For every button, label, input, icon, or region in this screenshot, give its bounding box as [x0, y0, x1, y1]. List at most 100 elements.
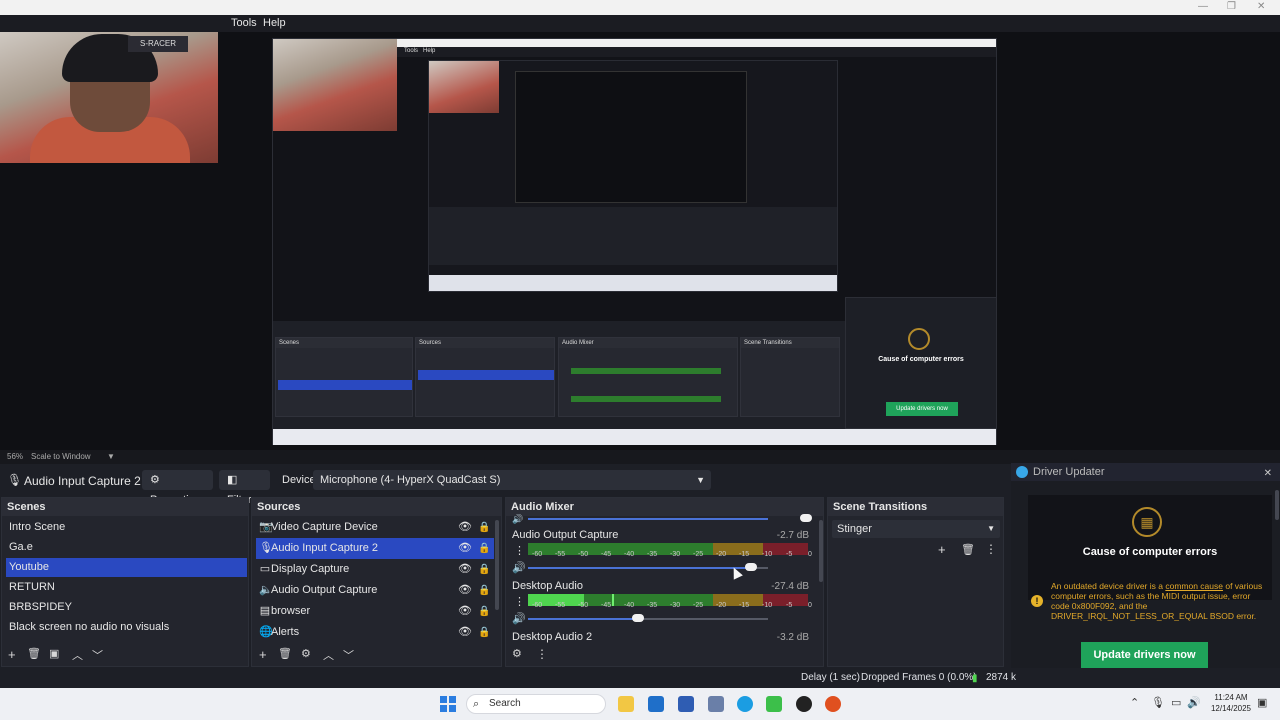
file-explorer-icon[interactable]	[618, 696, 634, 712]
search-icon: ⌕	[473, 698, 480, 710]
edge-icon[interactable]	[737, 696, 753, 712]
globe-icon: 🌐	[259, 626, 273, 638]
preview-canvas[interactable]: S-RACER Tools Help Scenes Sources Audio …	[0, 32, 1280, 450]
speaker-icon[interactable]: 🔊	[512, 561, 526, 574]
mixer-menu-icon[interactable]: ⋮	[536, 647, 548, 661]
add-source-icon[interactable]: +	[259, 647, 267, 662]
chevron-down-icon: ▼	[696, 475, 705, 485]
green-app-icon[interactable]	[766, 696, 782, 712]
sources-scrollbar[interactable]	[495, 520, 499, 610]
add-transition-icon[interactable]: +	[938, 542, 946, 557]
driver-scrollbar[interactable]	[1275, 490, 1279, 520]
scene-item-intro[interactable]: Intro Scene	[6, 518, 247, 537]
menu-help[interactable]: Help	[263, 17, 286, 29]
move-down-icon[interactable]: ﹀	[92, 647, 103, 663]
move-down-icon[interactable]: ﹀	[343, 647, 354, 663]
transition-menu-icon[interactable]: ⋮	[985, 542, 997, 556]
eye-icon[interactable]: 👁	[458, 517, 472, 538]
outlook-icon[interactable]	[678, 696, 694, 712]
channel-db: -2.7 dB	[776, 530, 809, 541]
scale-bar: 56% Scale to Window ▼	[0, 450, 1280, 464]
source-label: Display Capture	[271, 563, 350, 575]
brave-icon[interactable]	[825, 696, 841, 712]
eye-icon[interactable]: 👁	[458, 559, 472, 580]
channel-menu-icon[interactable]: ⋮	[514, 595, 525, 608]
remove-scene-icon[interactable]: 🗑	[27, 647, 41, 660]
delay-status: Delay (1 sec)	[801, 672, 860, 683]
lock-icon[interactable]: 🔒	[478, 538, 490, 559]
lock-icon[interactable]: 🔒	[478, 559, 490, 580]
network-app-icon[interactable]	[708, 696, 724, 712]
add-scene-icon[interactable]: +	[8, 647, 16, 662]
eye-icon[interactable]: 👁	[458, 601, 472, 622]
lock-icon[interactable]: 🔒	[478, 517, 490, 538]
taskbar-clock[interactable]: 11:24 AM 12/14/2025	[1208, 692, 1254, 714]
nested-inner-preview	[428, 60, 838, 292]
source-label: browser	[271, 605, 311, 617]
bitrate: 2874 k	[986, 672, 1017, 683]
scene-item-gae[interactable]: Ga.e	[6, 538, 247, 557]
mixer-settings-icon[interactable]: ⚙	[512, 647, 522, 660]
chevron-up-icon[interactable]: ⌃	[1130, 696, 1139, 709]
scale-mode-select[interactable]: Scale to Window	[31, 452, 91, 461]
eye-icon[interactable]: 👁	[458, 580, 472, 601]
speaker-icon[interactable]: 🔊	[512, 514, 523, 525]
source-item-browser[interactable]: ▤ browser 👁 🔒	[256, 601, 494, 622]
filters-button[interactable]: ◧ Filters	[219, 470, 270, 506]
network-icon[interactable]: ▭	[1171, 696, 1181, 709]
update-drivers-button[interactable]: Update drivers now	[1081, 642, 1208, 668]
source-item-video-capture[interactable]: 📷 Video Capture Device 👁 🔒	[256, 517, 494, 538]
menu-tools[interactable]: Tools	[231, 17, 257, 29]
notification-icon[interactable]: ▣	[1257, 696, 1267, 709]
source-item-display-capture[interactable]: ▭ Display Capture 👁 🔒	[256, 559, 494, 580]
transition-select[interactable]: Stinger ▼	[832, 520, 1000, 538]
store-icon[interactable]	[648, 696, 664, 712]
scene-item-black-screen[interactable]: Black screen no audio no visuals	[6, 618, 247, 637]
scene-item-return[interactable]: RETURN	[6, 578, 247, 597]
lock-icon[interactable]: 🔒	[478, 622, 490, 643]
volume-icon[interactable]: 🔊	[1187, 696, 1201, 709]
source-item-audio-input-2[interactable]: 🎙 Audio Input Capture 2 👁 🔒	[256, 538, 494, 559]
partial-volume-slider[interactable]	[528, 514, 812, 522]
transition-select-value: Stinger	[837, 523, 872, 535]
scenes-title: Scenes	[2, 498, 248, 516]
restore-icon[interactable]: ❐	[1227, 1, 1236, 12]
close-icon[interactable]: ✕	[1264, 465, 1272, 483]
move-up-icon[interactable]: ︿	[72, 647, 83, 663]
remove-source-icon[interactable]: 🗑	[278, 647, 292, 660]
move-up-icon[interactable]: ︿	[323, 647, 334, 663]
filter-icon[interactable]: ▣	[49, 647, 59, 660]
minimize-icon[interactable]: —	[1198, 1, 1208, 12]
clock-date: 12/14/2025	[1210, 704, 1252, 713]
channel-menu-icon[interactable]: ⋮	[514, 544, 525, 557]
dropped-frames: Dropped Frames 0 (0.0%)	[861, 672, 977, 683]
source-item-audio-output[interactable]: 🔈 Audio Output Capture 👁 🔒	[256, 580, 494, 601]
audio-mixer-dock: Audio Mixer 🔊 Audio Output Capture -2.7 …	[505, 497, 824, 667]
sources-footer: + 🗑 ⚙ ︿ ﹀	[252, 644, 501, 666]
remove-transition-icon[interactable]: 🗑	[961, 543, 975, 556]
scene-item-youtube[interactable]: Youtube	[6, 558, 247, 577]
device-select-value: Microphone (4- HyperX QuadCast S)	[320, 474, 501, 486]
eye-icon[interactable]: 👁	[458, 538, 472, 559]
microphone-tray-icon[interactable]: 🎙	[1151, 696, 1165, 709]
windows-start-icon[interactable]	[440, 696, 456, 712]
eye-icon[interactable]: 👁	[458, 622, 472, 643]
scenes-dock: Scenes Intro Scene Ga.e Youtube RETURN B…	[1, 497, 249, 667]
meter-ticks: -60 -55 -50 -45 -40 -35 -30 -25 -20 -15 …	[532, 551, 812, 558]
close-icon[interactable]: ✕	[1257, 1, 1265, 12]
source-item-alerts[interactable]: 🌐 Alerts 👁 🔒	[256, 622, 494, 643]
scene-item-brbspidey[interactable]: BRBSPIDEY	[6, 598, 247, 617]
lock-icon[interactable]: 🔒	[478, 580, 490, 601]
volume-slider[interactable]	[528, 614, 768, 622]
obs-icon[interactable]	[796, 696, 812, 712]
common-cause-link[interactable]: common cause	[1165, 581, 1223, 591]
device-select[interactable]: Microphone (4- HyperX QuadCast S) ▼	[313, 470, 711, 490]
lock-icon[interactable]: 🔒	[478, 601, 490, 622]
taskbar-search[interactable]: ⌕ Search	[466, 694, 606, 714]
speaker-icon[interactable]: 🔊	[512, 612, 526, 625]
properties-button[interactable]: ⚙ Properties	[142, 470, 213, 506]
scale-mode-chevron-icon[interactable]: ▼	[107, 452, 115, 461]
nested-driver-updater: Cause of computer errors Update drivers …	[845, 297, 997, 429]
source-properties-icon[interactable]: ⚙	[301, 647, 311, 660]
mixer-scrollbar[interactable]	[819, 520, 823, 582]
